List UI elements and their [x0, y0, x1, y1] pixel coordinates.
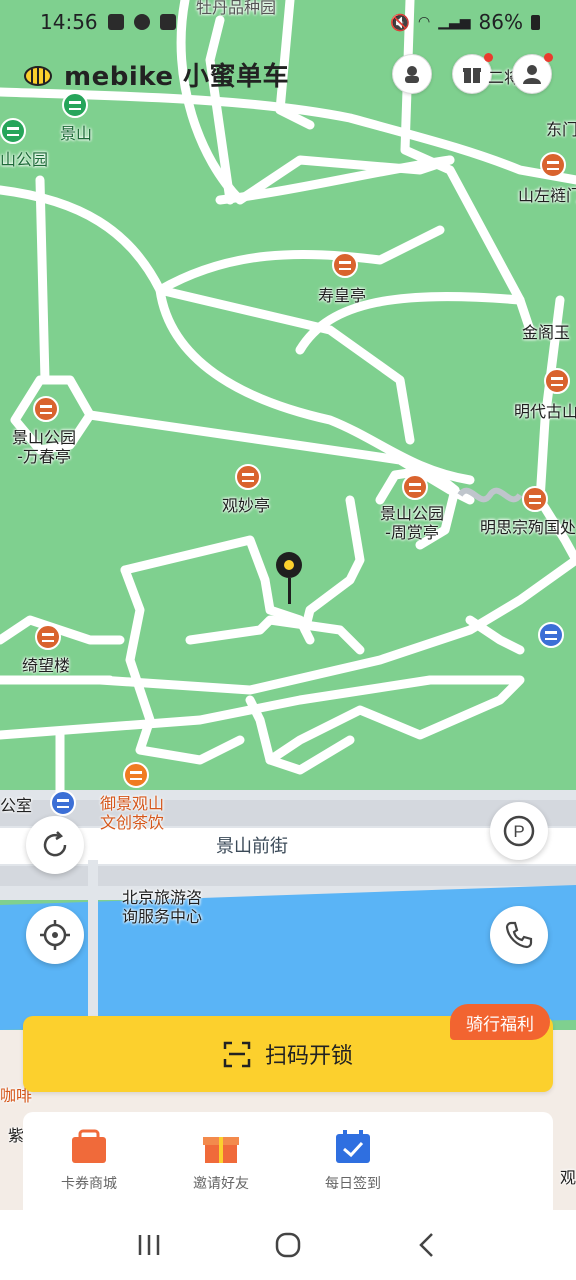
user-icon	[523, 65, 541, 84]
coupon-mall-label: 卡券商城	[61, 1176, 117, 1192]
map-label-office: 公室	[0, 796, 33, 815]
info-marker-icon[interactable]	[50, 790, 76, 816]
battery-percent: 86%	[478, 10, 523, 34]
gift-box-icon	[203, 1137, 239, 1163]
gift-button[interactable]	[452, 53, 493, 94]
scan-icon	[223, 1041, 251, 1068]
scan-unlock-label: 扫码开锁	[264, 1044, 353, 1069]
chat-notification-icon	[133, 14, 150, 30]
landmark-marker-icon[interactable]	[332, 252, 358, 278]
landmark-marker-icon[interactable]	[33, 396, 59, 422]
landmark-marker-icon[interactable]	[235, 464, 261, 490]
status-bar: 14:56 🔇 ◠ ▁▃▅ 86%	[0, 0, 576, 44]
map-label-shanzuo: 山左裢门	[518, 186, 576, 205]
svg-text:P: P	[513, 822, 524, 841]
recent-apps-icon	[139, 1235, 160, 1255]
back-button[interactable]	[397, 1225, 457, 1265]
call-button[interactable]	[490, 906, 548, 964]
crosshair-icon	[40, 920, 70, 950]
parking-icon: P	[503, 815, 535, 847]
home-button[interactable]	[258, 1225, 318, 1265]
daily-checkin-label: 每日签到	[325, 1176, 381, 1192]
profile-button[interactable]	[512, 53, 553, 94]
map-label-mingsi: 明思宗殉国处	[480, 518, 576, 537]
shopping-bag-icon	[72, 1129, 106, 1163]
map-label-mingdai: 明代古山	[514, 402, 576, 421]
map-label-yujing: 御景观山 文创茶饮	[100, 794, 165, 832]
brand-name: mebike 小蜜单车	[64, 62, 290, 92]
map-label-east-gate: 东门	[546, 120, 576, 139]
landmark-marker-icon[interactable]	[402, 474, 428, 500]
map-label-park: 山公园	[0, 150, 49, 169]
support-agent-icon	[405, 66, 419, 83]
notification-dot	[484, 53, 493, 62]
status-time: 14:56	[40, 10, 98, 34]
map-label-jinge: 金阁玉	[522, 323, 571, 342]
phone-icon	[505, 921, 533, 949]
park-marker-icon[interactable]	[0, 118, 26, 144]
home-icon	[275, 1232, 301, 1258]
invite-friends-item[interactable]: 邀请好友	[155, 1112, 287, 1210]
map-label-zhoushang: 景山公园 -周赏亭	[380, 504, 445, 542]
battery-icon	[531, 14, 540, 30]
landmark-marker-icon[interactable]	[544, 368, 570, 394]
map-label-jingshan: 景山	[60, 124, 93, 143]
landmark-marker-icon[interactable]	[522, 486, 548, 512]
gift-icon	[463, 68, 481, 83]
back-icon	[418, 1233, 433, 1257]
brand-logo: mebike 小蜜单车	[22, 56, 289, 93]
parking-button[interactable]: P	[490, 802, 548, 860]
map-label-wanchun: 景山公园 -万春亭	[12, 428, 77, 466]
signal-icon: ▁▃▅	[438, 14, 471, 30]
map-label-street: 景山前街	[216, 836, 288, 857]
customer-service-button[interactable]	[392, 54, 432, 94]
wifi-icon: ◠	[418, 14, 431, 30]
restaurant-marker-icon[interactable]	[123, 762, 149, 788]
notification-dot	[544, 53, 553, 62]
gallery-notification-icon	[107, 14, 124, 30]
bee-logo-icon	[24, 65, 52, 86]
mute-icon: 🔇	[390, 12, 411, 32]
restroom-marker-icon[interactable]	[538, 622, 564, 648]
bottom-shortcuts: 卡券商城 邀请好友 每日签到	[23, 1112, 553, 1210]
coupon-mall-item[interactable]: 卡券商城	[23, 1112, 155, 1210]
app-header: mebike 小蜜单车 二将	[0, 48, 576, 100]
landmark-marker-icon[interactable]	[540, 152, 566, 178]
invite-friends-label: 邀请好友	[193, 1176, 249, 1192]
map-label-qiwang: 绮望楼	[22, 656, 71, 675]
landmark-marker-icon[interactable]	[35, 624, 61, 650]
refresh-button[interactable]	[26, 816, 84, 874]
riding-benefits-badge[interactable]: 骑行福利	[450, 1004, 550, 1040]
location-pin-icon[interactable]	[276, 552, 302, 604]
calendar-check-icon	[336, 1130, 370, 1163]
map-label-tourism-center: 北京旅游咨 询服务中心	[122, 888, 203, 926]
daily-checkin-item[interactable]: 每日签到	[287, 1112, 419, 1210]
map-label-guan: 观	[560, 1168, 576, 1187]
map-label-guanmiao: 观妙亭	[222, 496, 271, 515]
locate-me-button[interactable]	[26, 906, 84, 964]
map-label-zi: 紫	[8, 1126, 25, 1145]
map-label-shouhuang: 寿皇亭	[318, 286, 367, 305]
system-nav-bar	[0, 1210, 576, 1280]
check-notification-icon	[159, 14, 176, 30]
recent-apps-button[interactable]	[119, 1225, 179, 1265]
refresh-icon	[43, 831, 67, 857]
